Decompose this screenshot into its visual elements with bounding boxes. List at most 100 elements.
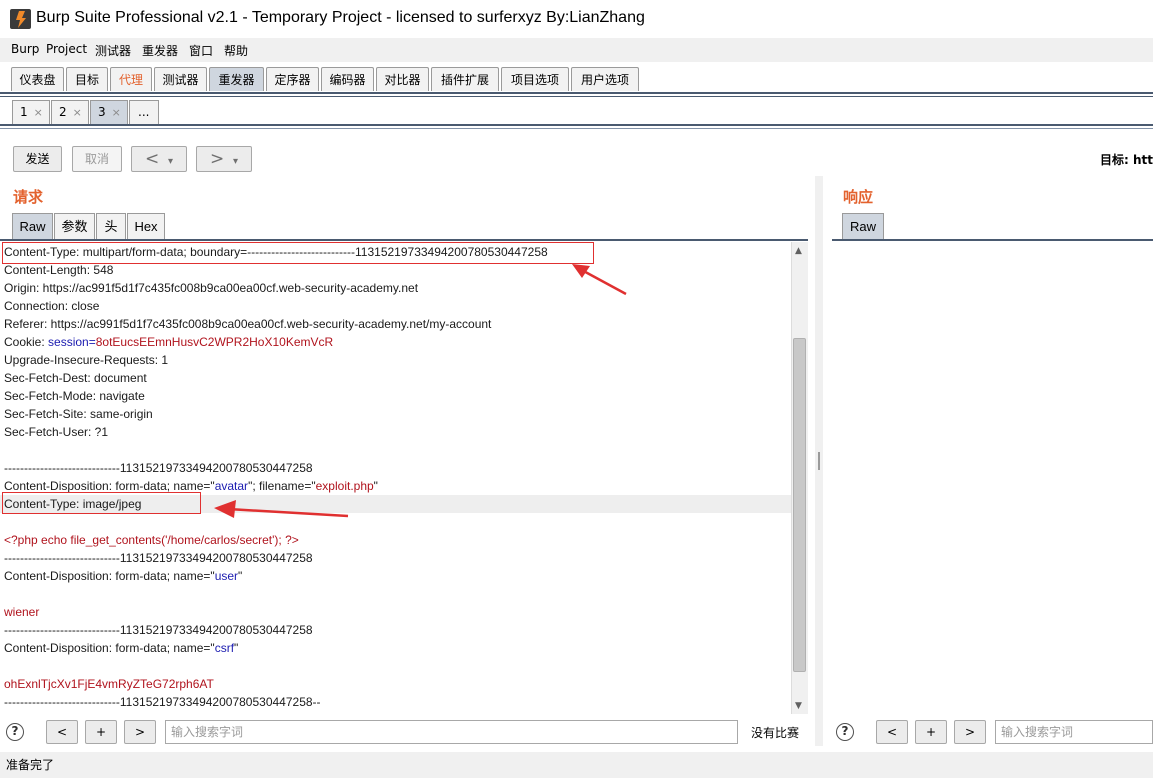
request-line: Referer: https://ac991f5d1f7c435fc008b9c… xyxy=(4,315,491,333)
response-tab-raw[interactable]: Raw xyxy=(842,213,884,239)
request-token: Content-Disposition: form-data; name=" xyxy=(4,569,215,583)
request-token: Sec-Fetch-User: ?1 xyxy=(4,425,109,439)
sub-tab-divider xyxy=(0,124,1153,126)
request-token: " xyxy=(373,479,378,493)
request-line: wiener xyxy=(4,603,39,621)
request-token: Content-Length: 548 xyxy=(4,263,114,277)
match-count: 没有比赛 xyxy=(751,726,800,740)
scroll-up-icon[interactable]: ▲ xyxy=(795,246,802,256)
request-token: Origin: https://ac991f5d1f7c435fc008b9ca… xyxy=(4,281,419,295)
tab-comparer[interactable]: 对比器 xyxy=(376,67,429,91)
request-line: Content-Disposition: form-data; name="cs… xyxy=(4,639,238,657)
request-token: user xyxy=(214,569,239,583)
request-token: Sec-Fetch-Site: same-origin xyxy=(4,407,153,421)
burp-logo-icon xyxy=(10,9,31,29)
request-line: Origin: https://ac991f5d1f7c435fc008b9ca… xyxy=(4,279,418,297)
request-tab-raw[interactable]: Raw xyxy=(12,213,53,239)
menu-help[interactable]: 帮助 xyxy=(224,42,248,59)
annotation-box-content-type xyxy=(2,242,594,264)
request-token: ohExnlTjcXv1FjE4vmRyZTeG72rph6AT xyxy=(4,677,214,691)
back-button[interactable]: < ▾ xyxy=(131,146,187,172)
search-next-button[interactable]: > xyxy=(124,720,156,744)
search-next-button[interactable]: > xyxy=(954,720,986,744)
send-button[interactable]: 发送 xyxy=(13,146,62,172)
close-icon[interactable]: × xyxy=(34,106,43,119)
repeater-tab-2[interactable]: 2 × xyxy=(51,100,89,124)
status-text: 准备完了 xyxy=(6,758,55,772)
repeater-tab-1[interactable]: 1 × xyxy=(12,100,50,124)
request-token: Content-Disposition: form-data; name=" xyxy=(4,641,215,655)
request-token: session xyxy=(48,335,89,349)
request-token: Content-Disposition: form-data; name=" xyxy=(4,479,215,493)
request-heading: 请求 xyxy=(13,188,44,206)
search-prev-button[interactable]: < xyxy=(876,720,908,744)
request-line: -----------------------------11315219733… xyxy=(4,459,313,477)
request-search-input[interactable]: 输入搜索字词 xyxy=(165,720,738,744)
close-icon[interactable]: × xyxy=(73,106,82,119)
request-token: " xyxy=(234,641,239,655)
repeater-tab-3[interactable]: 3 × xyxy=(90,100,128,124)
tab-project-options[interactable]: 项目选项 xyxy=(501,67,569,91)
help-icon[interactable]: ? xyxy=(6,723,24,741)
menu-project[interactable]: Project xyxy=(46,42,87,56)
tab-dashboard[interactable]: 仪表盘 xyxy=(11,67,64,91)
tab-target[interactable]: 目标 xyxy=(66,67,108,91)
tab-user-options[interactable]: 用户选项 xyxy=(571,67,639,91)
menu-window[interactable]: 窗口 xyxy=(189,42,213,59)
response-editor[interactable] xyxy=(832,242,1153,714)
request-token: 8otEucsEEmnHusvC2WPR2HoX10KemVcR xyxy=(95,335,334,349)
annotation-arrow-icon xyxy=(214,500,349,518)
request-token: "; filename=" xyxy=(248,479,316,493)
request-token: Sec-Fetch-Mode: navigate xyxy=(4,389,145,403)
search-prev-button[interactable]: < xyxy=(46,720,78,744)
request-token: exploit.php xyxy=(315,479,374,493)
search-add-button[interactable]: + xyxy=(85,720,117,744)
request-token: csrf xyxy=(214,641,235,655)
repeater-tab-new[interactable]: ... xyxy=(129,100,159,124)
request-line: Sec-Fetch-User: ?1 xyxy=(4,423,108,441)
forward-button[interactable]: > ▾ xyxy=(196,146,252,172)
request-tab-divider xyxy=(0,239,808,241)
scroll-thumb[interactable] xyxy=(793,338,806,672)
request-token: = xyxy=(88,335,96,349)
menu-intruder[interactable]: 测试器 xyxy=(95,42,131,59)
tab-proxy[interactable]: 代理 xyxy=(110,67,152,91)
tab-repeater[interactable]: 重发器 xyxy=(209,67,264,91)
request-token: Cookie: xyxy=(4,335,49,349)
target-label[interactable]: 目标: htt xyxy=(1100,151,1153,168)
menu-burp[interactable]: Burp xyxy=(11,42,39,56)
tab-extender[interactable]: 插件扩展 xyxy=(431,67,499,91)
request-editor[interactable]: Content-Type: multipart/form-data; bound… xyxy=(0,242,791,714)
request-token: -----------------------------11315219733… xyxy=(4,623,313,637)
status-bar xyxy=(0,752,1153,778)
request-token: wiener xyxy=(4,605,40,619)
request-line: <?php echo file_get_contents('/home/carl… xyxy=(4,531,299,549)
close-icon[interactable]: × xyxy=(112,106,121,119)
dropdown-icon[interactable]: ▾ xyxy=(233,156,238,167)
annotation-box-image-jpeg xyxy=(2,492,201,514)
repeater-tab-label: 3 xyxy=(98,105,106,119)
help-icon[interactable]: ? xyxy=(836,723,854,741)
request-token: Upgrade-Insecure-Requests: 1 xyxy=(4,353,169,367)
request-tab-hex[interactable]: Hex xyxy=(127,213,165,239)
sub-tab-divider-2 xyxy=(0,128,1153,129)
scroll-down-icon[interactable]: ▼ xyxy=(795,701,802,711)
dropdown-icon[interactable]: ▾ xyxy=(168,156,173,167)
request-tab-params[interactable]: 参数 xyxy=(54,213,95,239)
tab-sequencer[interactable]: 定序器 xyxy=(266,67,319,91)
request-token: Connection: close xyxy=(4,299,100,313)
response-heading: 响应 xyxy=(843,188,874,206)
search-add-button[interactable]: + xyxy=(915,720,947,744)
request-line: -----------------------------11315219733… xyxy=(4,549,313,567)
split-grip[interactable] xyxy=(818,452,820,470)
menu-repeater[interactable]: 重发器 xyxy=(142,42,178,59)
request-line: Cookie: session=8otEucsEEmnHusvC2WPR2HoX… xyxy=(4,333,333,351)
request-tab-headers[interactable]: 头 xyxy=(96,213,126,239)
request-line: Sec-Fetch-Site: same-origin xyxy=(4,405,153,423)
response-search-input[interactable]: 输入搜索字词 xyxy=(995,720,1153,744)
tab-decoder[interactable]: 编码器 xyxy=(321,67,374,91)
tab-intruder[interactable]: 测试器 xyxy=(154,67,207,91)
cancel-button[interactable]: 取消 xyxy=(72,146,122,172)
request-line: ohExnlTjcXv1FjE4vmRyZTeG72rph6AT xyxy=(4,675,214,693)
request-token: -----------------------------11315219733… xyxy=(4,461,313,475)
